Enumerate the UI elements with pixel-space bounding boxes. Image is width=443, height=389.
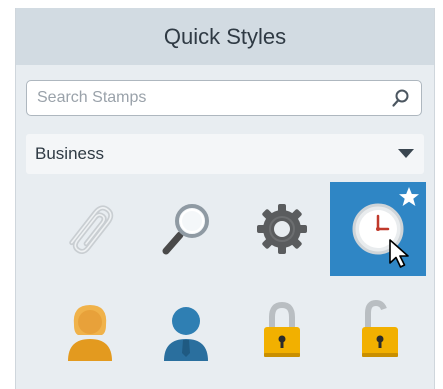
person-male-icon [164,307,208,361]
stamp-clock[interactable] [330,182,426,276]
stamp-lock-open[interactable] [330,286,426,376]
category-dropdown[interactable]: Business [26,134,424,174]
panel-header: Quick Styles [16,8,434,65]
search-box[interactable] [26,80,422,116]
gear-icon [257,204,307,254]
search-input[interactable] [27,83,387,113]
lock-open-icon [362,299,398,357]
panel-title: Quick Styles [163,23,287,49]
category-selected-value: Business [35,144,104,163]
star-icon[interactable] [398,186,420,213]
person-female-icon [68,305,112,361]
stamp-magnifier[interactable] [138,184,234,274]
chevron-down-icon [398,144,414,164]
quick-styles-panel: Quick Styles Business [15,8,435,389]
stamp-gear[interactable] [234,184,330,274]
magnifier-icon [162,204,209,255]
stamp-lock-closed[interactable] [234,286,330,376]
mouse-cursor-icon [388,238,414,275]
stamp-paperclip[interactable] [42,184,138,274]
stamp-person-female[interactable] [42,286,138,376]
stamp-person-male[interactable] [138,286,234,376]
search-icon[interactable] [387,84,415,112]
paperclip-icon [69,205,114,254]
lock-closed-icon [264,301,300,357]
